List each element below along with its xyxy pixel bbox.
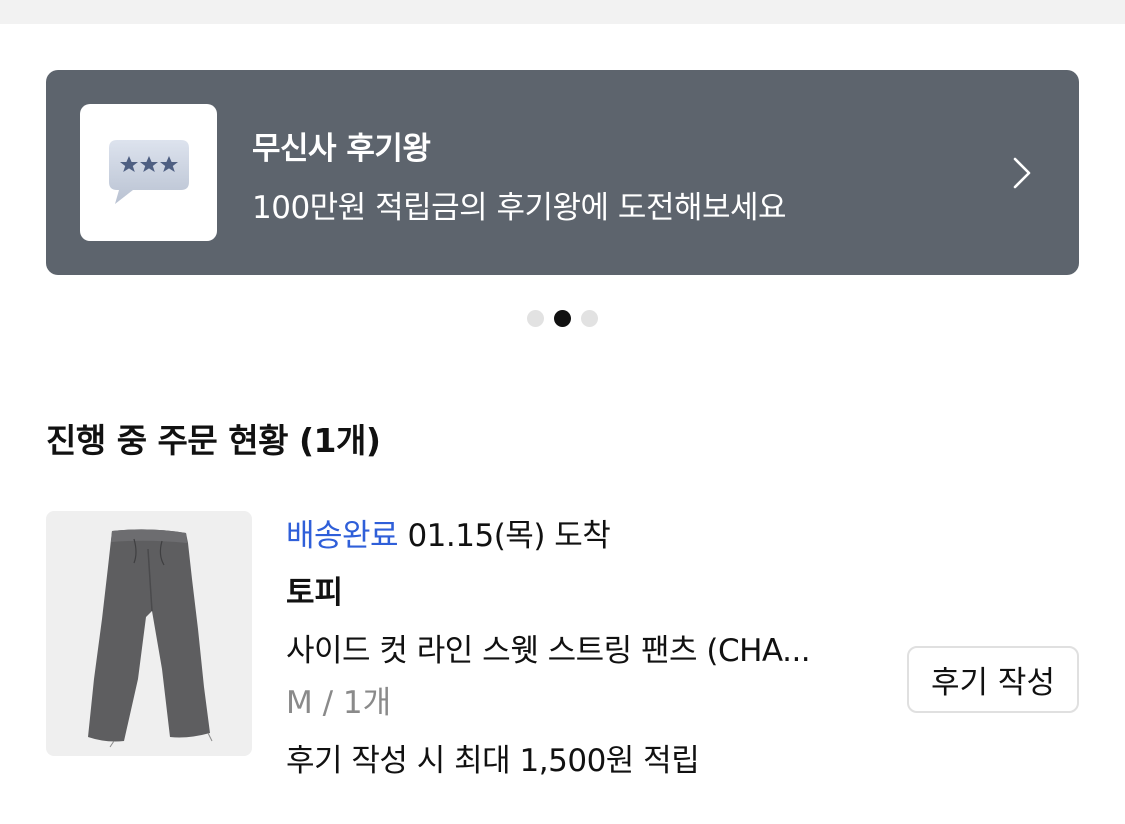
carousel-dot[interactable]: [581, 310, 598, 327]
product-name: 사이드 컷 라인 스웻 스트링 팬츠 (CHA...: [286, 633, 811, 669]
pants-product-photo: [88, 528, 213, 747]
product-image[interactable]: [46, 511, 252, 756]
banner-thumbnail: [80, 104, 217, 241]
banner-title: 무신사 후기왕: [252, 131, 431, 167]
delivery-status: 배송완료: [286, 518, 399, 554]
write-review-button[interactable]: 후기 작성: [907, 646, 1079, 713]
section-title: 진행 중 주문 현황 (1개): [46, 421, 381, 460]
order-item[interactable]: 배송완료 01.15(목) 도착 토피 사이드 컷 라인 스웻 스트링 팬츠 (…: [286, 514, 881, 783]
chevron-right-icon[interactable]: [1007, 156, 1037, 190]
carousel-dot-active[interactable]: [554, 310, 571, 327]
delivery-status-line: 배송완료 01.15(목) 도착: [286, 514, 881, 558]
speech-bubble-stars-icon: [108, 139, 189, 204]
product-option: M / 1개: [286, 685, 392, 721]
carousel-dot[interactable]: [527, 310, 544, 327]
top-divider-strip: [0, 0, 1125, 24]
banner-subtitle: 100만원 적립금의 후기왕에 도전해보세요: [252, 190, 787, 226]
review-king-banner[interactable]: 무신사 후기왕 100만원 적립금의 후기왕에 도전해보세요: [46, 70, 1079, 275]
carousel-indicator: [0, 310, 1125, 327]
review-reward-note: 후기 작성 시 최대 1,500원 적립: [286, 743, 700, 779]
brand-name: 토피: [286, 575, 344, 611]
arrival-date: 01.15(목) 도착: [407, 518, 611, 554]
